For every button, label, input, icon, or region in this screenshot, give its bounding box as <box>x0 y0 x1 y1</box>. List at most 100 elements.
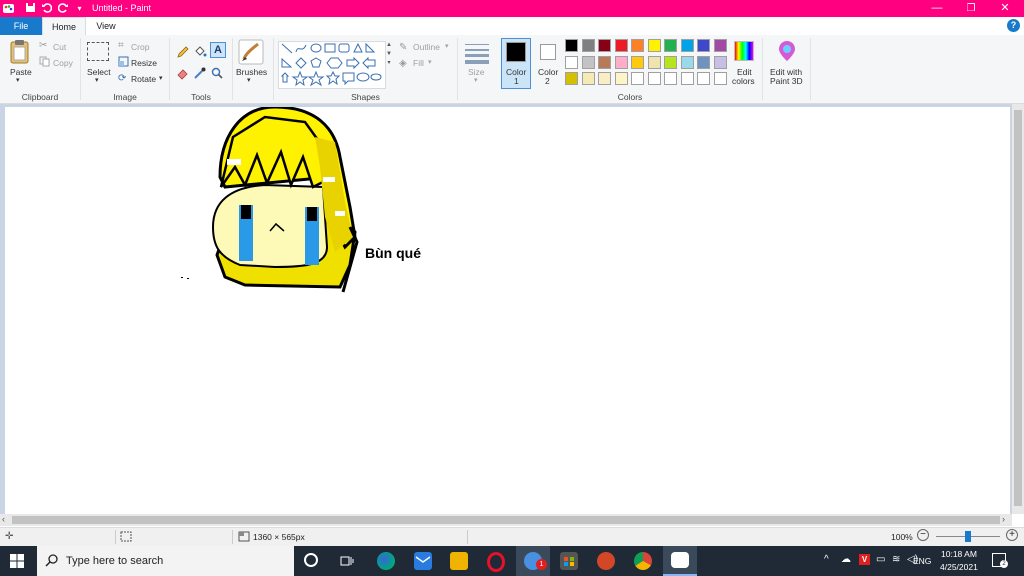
resize-button[interactable]: Resize <box>131 58 157 68</box>
palette-color-swatch[interactable] <box>713 39 727 52</box>
onedrive-icon[interactable]: ☁ <box>841 554 851 565</box>
help-icon[interactable]: ? <box>1007 19 1020 32</box>
tab-home[interactable]: Home <box>42 17 86 35</box>
customize-toolbar-icon[interactable]: ▾ <box>73 2 86 15</box>
edit-colors-icon[interactable] <box>734 41 754 61</box>
undo-icon[interactable] <box>40 2 53 15</box>
language-indicator[interactable]: ENG <box>913 556 931 566</box>
vertical-scrollbar[interactable] <box>1012 104 1024 514</box>
taskbar-search-box[interactable]: Type here to search <box>37 546 294 576</box>
zoom-in-icon[interactable]: + <box>1006 529 1018 541</box>
clock-date[interactable]: 4/25/2021 <box>940 562 978 572</box>
paste-dropdown-icon[interactable]: ▾ <box>16 76 20 84</box>
shapes-gallery[interactable] <box>278 41 386 89</box>
maximize-button[interactable]: ❐ <box>954 0 988 17</box>
fill-dropdown-icon[interactable]: ▾ <box>428 58 432 66</box>
palette-color-swatch[interactable] <box>614 39 628 52</box>
scroll-right-icon[interactable]: › <box>1002 514 1005 524</box>
powerpoint-icon[interactable] <box>597 552 615 570</box>
magnifier-icon[interactable] <box>210 66 224 82</box>
paint-taskbar-button[interactable] <box>663 546 697 576</box>
palette-color-swatch[interactable] <box>680 39 694 52</box>
palette-color-swatch[interactable] <box>697 39 710 52</box>
rotate-dropdown-icon[interactable]: ▾ <box>159 74 163 82</box>
palette-color-swatch[interactable] <box>581 55 595 69</box>
zoom-slider[interactable] <box>936 531 1000 542</box>
edge-browser-icon[interactable] <box>377 552 395 570</box>
close-button[interactable]: ✕ <box>988 0 1022 17</box>
palette-color-swatch[interactable] <box>581 72 595 85</box>
brushes-dropdown-icon[interactable]: ▾ <box>247 76 251 84</box>
task-view-icon[interactable] <box>340 554 354 570</box>
file-explorer-icon[interactable] <box>450 552 468 570</box>
size-icon[interactable] <box>464 42 490 66</box>
wifi-icon[interactable]: ≋ <box>892 554 900 565</box>
tab-view[interactable]: View <box>86 17 126 35</box>
cortana-icon[interactable] <box>304 553 318 567</box>
minimize-button[interactable]: — <box>920 0 954 17</box>
select-dropdown-icon[interactable]: ▾ <box>95 76 99 84</box>
outline-button[interactable]: Outline <box>413 42 440 52</box>
mail-icon[interactable] <box>414 552 432 570</box>
palette-color-swatch[interactable] <box>565 39 578 52</box>
vertical-scroll-thumb[interactable] <box>1014 110 1022 506</box>
palette-color-swatch[interactable] <box>647 39 661 52</box>
fill-button[interactable]: Fill <box>413 58 424 68</box>
antivirus-icon[interactable]: V <box>859 554 870 565</box>
cut-button[interactable]: Cut <box>53 42 66 52</box>
chat-app-button[interactable]: 1 <box>516 546 550 576</box>
scroll-left-icon[interactable]: ‹ <box>2 514 5 524</box>
copy-button[interactable]: Copy <box>53 58 73 68</box>
palette-color-swatch[interactable] <box>598 39 611 52</box>
rotate-button[interactable]: Rotate <box>131 74 156 84</box>
fill-bucket-icon[interactable] <box>193 45 207 61</box>
pencil-icon[interactable] <box>176 45 190 61</box>
palette-color-swatch[interactable] <box>631 55 644 69</box>
palette-color-swatch[interactable] <box>680 72 694 85</box>
shapes-scroll-icon[interactable]: ▲ ▼ ▾ <box>385 41 393 87</box>
text-tool-icon[interactable]: A <box>210 42 226 58</box>
palette-color-swatch[interactable] <box>664 39 677 52</box>
paint3d-icon[interactable] <box>777 40 797 64</box>
paste-button[interactable]: Paste <box>10 67 32 77</box>
palette-color-swatch[interactable] <box>697 55 710 69</box>
drawing-canvas[interactable]: Bùn qué <box>5 105 1010 514</box>
show-hidden-icons-icon[interactable]: ^ <box>824 554 829 565</box>
crop-button[interactable]: Crop <box>131 42 149 52</box>
outline-dropdown-icon[interactable]: ▾ <box>445 42 449 50</box>
palette-color-swatch[interactable] <box>647 72 661 85</box>
chrome-browser-icon[interactable] <box>634 552 652 570</box>
palette-color-swatch[interactable] <box>614 55 628 69</box>
palette-color-swatch[interactable] <box>581 39 595 52</box>
zoom-slider-thumb[interactable] <box>965 531 971 542</box>
palette-color-swatch[interactable] <box>631 72 644 85</box>
clock-time[interactable]: 10:18 AM <box>941 549 977 559</box>
palette-color-swatch[interactable] <box>647 55 661 69</box>
brushes-button[interactable]: Brushes <box>236 67 267 77</box>
paint-app-icon[interactable] <box>2 2 15 15</box>
brushes-icon[interactable] <box>238 39 264 67</box>
notification-center-icon[interactable]: 2 <box>992 553 1008 568</box>
edit-colors-label-2[interactable]: colors <box>732 76 755 86</box>
battery-icon[interactable]: ▭ <box>876 554 885 565</box>
size-dropdown-icon[interactable]: ▾ <box>474 76 478 84</box>
color2-swatch[interactable] <box>540 44 556 60</box>
palette-color-swatch[interactable] <box>598 72 611 85</box>
palette-color-swatch[interactable] <box>713 72 727 85</box>
palette-color-swatch[interactable] <box>565 72 578 85</box>
color-picker-icon[interactable] <box>193 66 207 82</box>
microsoft-store-icon[interactable] <box>560 552 578 570</box>
opera-browser-icon[interactable] <box>487 552 505 572</box>
horizontal-scroll-thumb[interactable] <box>12 516 1000 524</box>
palette-color-swatch[interactable] <box>598 55 611 69</box>
palette-color-swatch[interactable] <box>713 55 727 69</box>
paste-icon[interactable] <box>9 39 31 67</box>
palette-color-swatch[interactable] <box>664 72 677 85</box>
palette-color-swatch[interactable] <box>565 55 578 69</box>
zoom-out-icon[interactable]: − <box>917 529 929 541</box>
palette-color-swatch[interactable] <box>680 55 694 69</box>
tab-file[interactable]: File <box>0 17 42 35</box>
save-icon[interactable] <box>24 2 37 15</box>
palette-color-swatch[interactable] <box>664 55 677 69</box>
select-button[interactable]: Select <box>87 67 111 77</box>
